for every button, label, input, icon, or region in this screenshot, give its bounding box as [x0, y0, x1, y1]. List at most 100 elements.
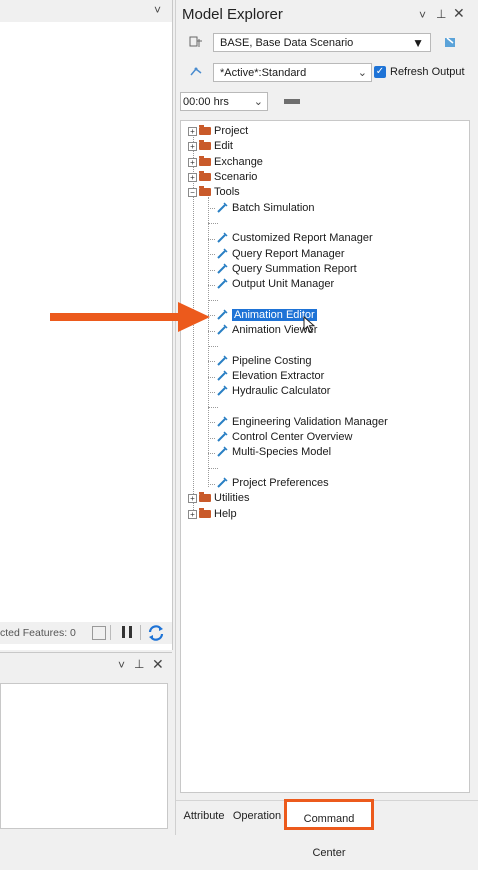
scenario-icon[interactable] — [189, 35, 203, 49]
tree-item-hydraulic-calculator[interactable]: Hydraulic Calculator — [216, 384, 330, 399]
close-icon[interactable]: ✕ — [453, 5, 465, 22]
tree-item-engineering-validation-manager[interactable]: Engineering Validation Manager — [216, 415, 388, 430]
tree-group-project[interactable]: + Project — [188, 124, 248, 139]
tree-group-help[interactable]: + Help — [188, 507, 237, 522]
tree-item-control-center-overview[interactable]: Control Center Overview — [216, 430, 352, 445]
tree-item-label: Engineering Validation Manager — [232, 416, 388, 428]
tool-icon — [217, 278, 228, 289]
tree-item-animation-editor[interactable]: Animation Editor — [216, 308, 317, 323]
refresh-output-label: Refresh Output — [390, 66, 465, 78]
tree-item-label: Control Center Overview — [232, 431, 353, 443]
tree-item-pipeline-costing[interactable]: Pipeline Costing — [216, 354, 312, 369]
tree-item-query-report-manager[interactable]: Query Report Manager — [216, 247, 345, 262]
tree-group-label: Scenario — [214, 171, 258, 183]
tool-icon — [217, 309, 228, 320]
tree-group-tools[interactable]: − Tools — [188, 185, 240, 200]
separator — [208, 407, 218, 408]
tab-attribute[interactable]: Attribute — [180, 804, 228, 829]
tool-icon — [217, 324, 228, 335]
separator — [208, 468, 218, 469]
pause-icon[interactable] — [122, 626, 125, 638]
tree-item-project-preferences[interactable]: Project Preferences — [216, 476, 329, 491]
scenario-value: BASE, Base Data Scenario — [220, 37, 354, 49]
separator — [140, 625, 141, 640]
command-tree[interactable]: + Project + Edit + Exchange + Scenario − Tool… — [180, 120, 470, 793]
separator — [208, 346, 218, 347]
tree-item-label: Customized Report Manager — [232, 232, 373, 244]
time-value: 00:00 hrs — [183, 96, 229, 108]
tree-group-label: Utilities — [214, 492, 250, 504]
tree-item-label: Output Unit Manager — [232, 278, 335, 290]
tree-item-label: Pipeline Costing — [232, 355, 312, 367]
tab-command-center[interactable]: Command Center — [284, 799, 374, 859]
tree-item-elevation-extractor[interactable]: Elevation Extractor — [216, 369, 324, 384]
dropdown-arrow-icon: ▼ — [412, 36, 424, 50]
mouse-cursor-icon — [303, 316, 316, 333]
pin-icon[interactable]: ⊥ — [134, 657, 144, 671]
tool-icon — [217, 263, 228, 274]
tree-item-label: Project Preferences — [232, 477, 329, 489]
tree-group-edit[interactable]: + Edit — [188, 139, 233, 154]
tree-item-query-summation-report[interactable]: Query Summation Report — [216, 262, 357, 277]
tool-icon — [217, 232, 228, 243]
tool-icon — [217, 477, 228, 488]
expand-icon[interactable]: + — [188, 509, 197, 519]
pin-icon[interactable]: ⊥ — [436, 7, 446, 21]
expand-icon[interactable]: + — [188, 126, 197, 136]
separator — [110, 625, 111, 640]
close-icon[interactable]: ✕ — [152, 656, 164, 673]
expand-icon[interactable]: + — [188, 172, 197, 182]
status-bar: cted Features: 0 — [0, 622, 172, 644]
selected-features-status: cted Features: 0 — [0, 627, 76, 639]
expand-icon[interactable]: + — [188, 141, 197, 151]
time-select[interactable]: 00:00 hrs ⌄ — [180, 92, 268, 111]
tree-group-exchange[interactable]: + Exchange — [188, 155, 263, 170]
expand-icon[interactable]: + — [188, 493, 197, 503]
left-pane-header: ˅ — [0, 0, 172, 22]
folder-open-icon — [199, 186, 211, 197]
chevron-down-icon[interactable]: ˅ — [118, 658, 125, 672]
collapse-icon[interactable]: − — [188, 187, 197, 197]
bottom-pane-header: ˅ ⊥ ✕ — [0, 652, 172, 679]
chevron-down-icon[interactable]: ˅ — [154, 3, 161, 17]
annotation-arrow-icon — [50, 302, 210, 332]
tool-icon — [217, 431, 228, 442]
tree-item-multi-species-model[interactable]: Multi-Species Model — [216, 445, 331, 460]
bottom-pane-content — [0, 683, 168, 829]
tool-icon — [217, 202, 228, 213]
tab-operation[interactable]: Operation — [232, 804, 282, 829]
active-value: *Active*:Standard — [220, 67, 307, 79]
expand-icon[interactable]: + — [188, 157, 197, 167]
tree-group-label: Edit — [214, 140, 233, 152]
tool-icon — [217, 385, 228, 396]
chevron-down-icon: ⌄ — [253, 96, 263, 108]
tool-icon — [217, 355, 228, 366]
active-topology-icon[interactable] — [189, 65, 203, 79]
tree-item-label: Batch Simulation — [232, 202, 315, 214]
tree-item-batch-simulation[interactable]: Batch Simulation — [216, 201, 315, 216]
folder-icon — [199, 140, 211, 151]
chevron-down-icon[interactable]: ˅ — [419, 8, 426, 22]
tree-group-label: Project — [214, 125, 249, 137]
filter-icon[interactable] — [92, 626, 106, 640]
scenario-manager-icon[interactable] — [443, 35, 457, 49]
tool-icon — [217, 446, 228, 457]
folder-icon — [199, 508, 211, 519]
folder-icon — [199, 125, 211, 136]
time-slider-icon[interactable] — [284, 99, 300, 104]
active-selection-set-select[interactable]: *Active*:Standard ⌄ — [213, 63, 372, 82]
tree-item-label: Query Report Manager — [232, 248, 345, 260]
tree-group-label: Tools — [214, 186, 240, 198]
tree-group-scenario[interactable]: + Scenario — [188, 170, 257, 185]
scenario-select[interactable]: BASE, Base Data Scenario ▼ — [213, 33, 431, 52]
folder-icon — [199, 171, 211, 182]
tree-item-output-unit-manager[interactable]: Output Unit Manager — [216, 277, 334, 292]
tree-group-label: Exchange — [214, 156, 263, 168]
refresh-output-checkbox[interactable]: ✓ — [374, 66, 386, 78]
tool-icon — [217, 370, 228, 381]
tree-item-customized-report-manager[interactable]: Customized Report Manager — [216, 231, 373, 246]
tree-group-utilities[interactable]: + Utilities — [188, 491, 249, 506]
tool-icon — [217, 416, 228, 427]
tree-item-label: Query Summation Report — [232, 263, 357, 275]
refresh-icon[interactable] — [147, 624, 165, 642]
